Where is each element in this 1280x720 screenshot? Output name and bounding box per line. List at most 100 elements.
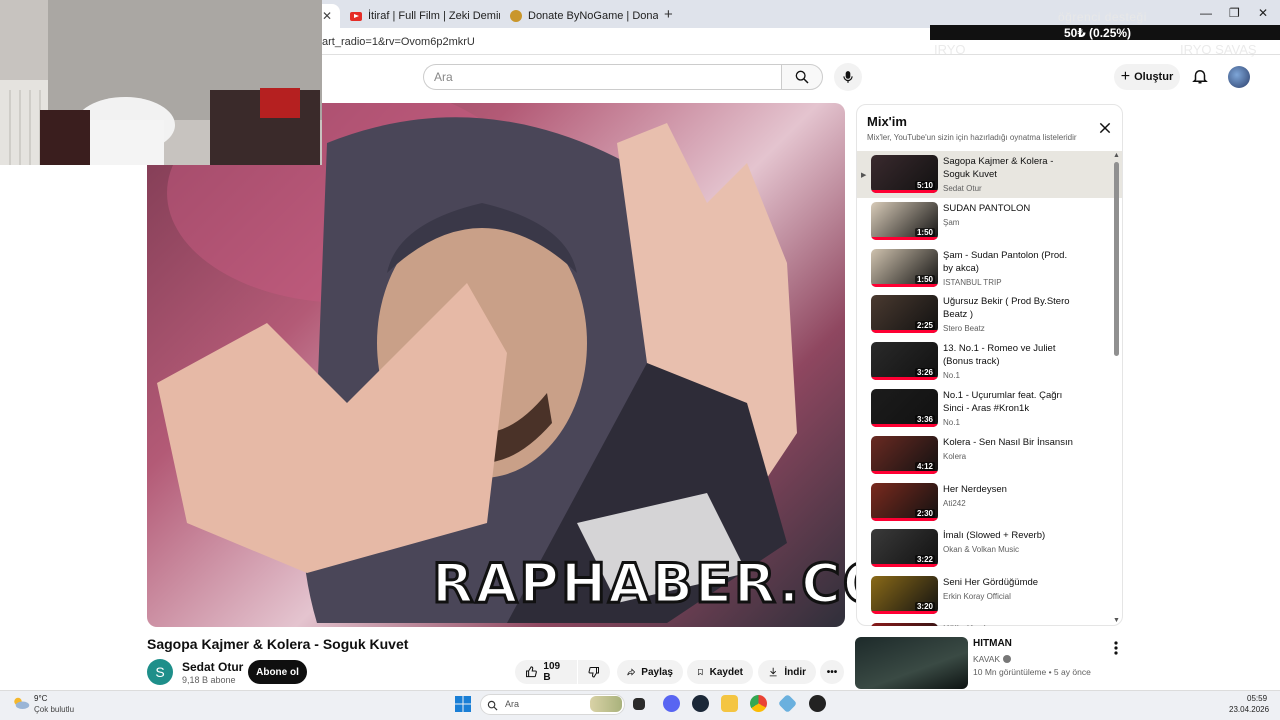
new-tab-button[interactable]: +	[664, 6, 673, 23]
mix-thumbnail[interactable]: 5:10	[871, 155, 938, 193]
mix-thumbnail[interactable]: 3:36	[871, 388, 938, 427]
mix-item[interactable]: 4:12 Kolera - Sen Nasıl Bir İnsansın Koler…	[857, 432, 1122, 479]
scroll-down-icon[interactable]: ▼	[1113, 617, 1120, 624]
webcam-overlay	[0, 0, 322, 165]
mix-thumbnail[interactable]: 1:50	[871, 201, 938, 240]
mix-item[interactable]: 2:25 Uğursuz Bekir ( Prod By.Stero Beatz …	[857, 291, 1122, 338]
mix-thumbnail[interactable]: 4:12	[871, 435, 938, 474]
task-view-icon[interactable]	[633, 698, 645, 710]
close-icon	[1099, 122, 1111, 134]
mix-item-title[interactable]: Her Nerdeysen	[943, 483, 1078, 496]
tab-title: İtiraf | Full Film | Zeki Demirkub	[368, 10, 500, 22]
mix-item-title[interactable]: Şam - Sudan Pantolon (Prod. by akca)	[943, 249, 1078, 275]
notifications-button[interactable]	[1191, 66, 1209, 91]
maximize-button[interactable]: ❐	[1229, 6, 1240, 20]
close-tab-icon[interactable]: ✕	[322, 9, 332, 23]
mix-item-channel: Stero Beatz	[943, 324, 985, 334]
mix-item-title[interactable]: Uğursuz Bekir ( Prod By.Stero Beatz )	[943, 295, 1078, 321]
weather-icon[interactable]	[12, 695, 30, 716]
mix-item-channel: Okan & Volkan Music	[943, 545, 1020, 555]
url-text[interactable]: art_radio=1&rv=Ovom6p2mkrU	[322, 36, 475, 48]
recommended-title[interactable]: HITMAN	[973, 638, 1012, 649]
more-actions-button[interactable]: •••	[820, 660, 844, 684]
mix-item[interactable]: 3:20 Seni Her Gördüğümde Erkin Koray Offic…	[857, 572, 1122, 619]
mix-thumbnail[interactable]: 1:50	[871, 248, 938, 287]
mix-thumbnail[interactable]	[871, 622, 938, 626]
mix-subtitle: Mix'ler, YouTube'un sizin için hazırladı…	[867, 133, 1077, 142]
mix-item-title[interactable]: Sagopa Kajmer & Kolera - Soguk Kuvet	[943, 155, 1078, 181]
mix-thumbnail[interactable]: 3:20	[871, 576, 938, 615]
recommended-thumbnail[interactable]	[855, 637, 968, 689]
dislike-button[interactable]	[578, 660, 610, 684]
watched-progress-bar	[871, 377, 938, 381]
save-button[interactable]: Kaydet	[687, 660, 753, 684]
like-button[interactable]: 109 B	[515, 660, 577, 684]
steam-icon[interactable]	[692, 695, 709, 712]
mix-item[interactable]: Külle KaplıNo.1	[857, 619, 1122, 626]
bynogame-icon	[510, 10, 522, 22]
minimize-button[interactable]: —	[1200, 6, 1212, 20]
clock-time[interactable]: 05:59	[1247, 694, 1267, 703]
mix-item[interactable]: 1:50 Şam - Sudan Pantolon (Prod. by akca)…	[857, 245, 1122, 292]
like-count: 109 B	[543, 661, 561, 683]
youtube-icon	[350, 11, 362, 21]
mix-item-title[interactable]: No.1 - Uçurumlar feat. Çağrı Sinci - Ara…	[943, 389, 1078, 415]
obs-icon[interactable]	[809, 695, 826, 712]
video-player[interactable]	[147, 103, 845, 627]
mix-item[interactable]: 3:22 İmalı (Slowed + Reverb) Okan & Volkan…	[857, 525, 1122, 572]
mix-item-channel: Kolera	[943, 451, 967, 461]
scroll-up-icon[interactable]: ▲	[1113, 152, 1120, 159]
microphone-icon	[843, 71, 853, 83]
channel-name[interactable]: Sedat Otur	[182, 660, 243, 674]
subscriber-count: 9,18 B abone	[182, 675, 236, 685]
mix-item[interactable]: ▶ 5:10 Sagopa Kajmer & Kolera - Soguk Kuve…	[857, 151, 1122, 198]
donation-ghost-text: IRYO	[934, 42, 966, 57]
tab-itiraf[interactable]: İtiraf | Full Film | Zeki Demirkub ✕	[342, 4, 500, 28]
recommended-menu-button[interactable]	[1113, 640, 1119, 661]
user-avatar[interactable]	[1228, 66, 1250, 88]
subscribe-button[interactable]: Abone ol	[248, 660, 307, 684]
share-button[interactable]: Paylaş	[617, 660, 683, 684]
mix-thumbnail[interactable]: 3:22	[871, 529, 938, 568]
clock-date[interactable]: 23.04.2026	[1229, 705, 1269, 714]
start-button[interactable]	[455, 696, 471, 717]
create-button[interactable]: + Oluştur	[1114, 64, 1180, 90]
mix-item[interactable]: 1:50 SUDAN PANTOLON Şam	[857, 198, 1122, 245]
mix-item[interactable]: 3:26 13. No.1 - Romeo ve Juliet (Bonus tr…	[857, 338, 1122, 385]
mix-item-title[interactable]: İmalı (Slowed + Reverb)	[943, 529, 1078, 542]
mix-item[interactable]: 2:30 Her Nerdeysen Ati242	[857, 479, 1122, 526]
mix-item-title[interactable]: Kolera - Sen Nasıl Bir İnsansın	[943, 436, 1078, 449]
bell-icon	[1192, 70, 1208, 84]
mix-duration: 3:36	[914, 414, 935, 424]
file-explorer-icon[interactable]	[721, 695, 738, 712]
close-mix-button[interactable]	[1098, 121, 1112, 140]
donation-goal-label: öğrenci desteği	[1058, 10, 1147, 24]
recommended-channel[interactable]: KAVAK	[973, 654, 1012, 664]
close-window-button[interactable]: ✕	[1258, 6, 1268, 20]
mix-duration: 3:26	[914, 368, 935, 378]
mix-thumbnail[interactable]: 3:26	[871, 342, 938, 381]
search-button[interactable]	[781, 64, 823, 90]
mix-item-title[interactable]: Külle Kaplı	[943, 623, 1078, 626]
weather-description[interactable]: Çok bulutlu	[34, 705, 74, 714]
search-input[interactable]: Ara	[423, 64, 782, 90]
search-highlight-image[interactable]	[590, 696, 622, 712]
download-button[interactable]: İndir	[758, 660, 816, 684]
mix-thumbnail[interactable]: 2:25	[871, 295, 938, 334]
chrome-icon[interactable]	[750, 695, 767, 712]
mix-item-title[interactable]: SUDAN PANTOLON	[943, 202, 1078, 215]
weather-temperature[interactable]: 9°C	[34, 694, 47, 703]
mix-item-title[interactable]: Seni Her Gördüğümde	[943, 576, 1078, 589]
mix-scrollbar[interactable]	[1114, 162, 1119, 356]
voice-search-button[interactable]	[834, 63, 862, 91]
mix-item[interactable]: 3:36 No.1 - Uçurumlar feat. Çağrı Sinci -…	[857, 385, 1122, 432]
mix-item-title[interactable]: 13. No.1 - Romeo ve Juliet (Bonus track)	[943, 342, 1078, 368]
watched-progress-bar	[871, 330, 938, 334]
mix-list: ▶ 5:10 Sagopa Kajmer & Kolera - Soguk Kuve…	[857, 151, 1122, 626]
discord-icon[interactable]	[663, 695, 680, 712]
tab-donate[interactable]: Donate ByNoGame | Donations ✕	[502, 4, 658, 28]
mix-duration: 3:22	[914, 555, 935, 565]
mix-thumbnail[interactable]: 2:30	[871, 482, 938, 521]
channel-avatar[interactable]: S	[147, 659, 173, 685]
mix-duration: 5:10	[914, 181, 935, 190]
